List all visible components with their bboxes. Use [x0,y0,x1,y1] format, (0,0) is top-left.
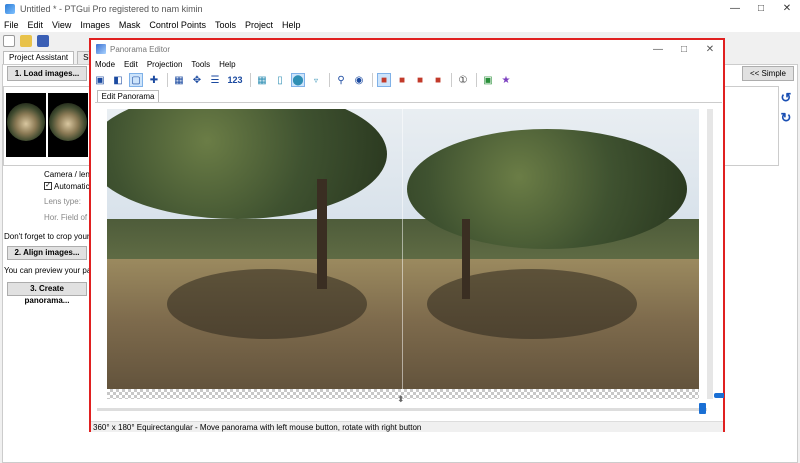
main-window-title: Untitled * - PTGui Pro registered to nam… [20,3,203,14]
center-point-icon[interactable]: ✥ [190,73,204,87]
editor-toolbar: ▣ ◧ ▢ ✚ ▦ ✥ ☰ 123 ▦ ▯ ⬤ ▿ ⚲ ◉ ■ ■ ■ ■ ① … [91,70,723,90]
main-title-bar: Untitled * - PTGui Pro registered to nam… [0,0,800,17]
simple-mode-button[interactable]: << Simple [742,66,794,81]
documentation-icon[interactable]: ★ [499,73,513,87]
camera-lens-label: Camera / lens [44,170,94,179]
menu-projection[interactable]: Projection [147,60,183,69]
menu-control-points[interactable]: Control Points [149,20,206,30]
editor-title-bar: Panorama Editor — □ ✕ [91,40,723,58]
main-menu-bar: File Edit View Images Mask Control Point… [0,17,800,32]
app-icon [5,3,15,14]
source-image-thumbnail[interactable] [6,93,46,157]
blend-red-icon[interactable]: ■ [395,73,409,87]
image-number-icon[interactable]: ① [456,73,470,87]
rotate-icons: ↺ ↻ [777,90,795,130]
exposure-red-icon[interactable]: ■ [431,73,445,87]
maximize-icon[interactable]: □ [671,40,697,58]
lens-type-label: Lens type: [44,197,81,206]
menu-tools[interactable]: Tools [191,60,210,69]
tab-project-assistant[interactable]: Project Assistant [3,51,75,64]
editor-menu-bar: Mode Edit Projection Tools Help [91,58,723,70]
layers-icon[interactable]: ◧ [111,73,125,87]
menu-project[interactable]: Project [245,20,273,30]
numeric-transform-icon[interactable]: 123 [226,73,244,87]
horizontal-slider[interactable] [97,408,707,411]
rotate-left-icon[interactable]: ↺ [777,90,795,106]
move-handle-icon[interactable]: ⬍ [397,394,405,405]
crosshair-icon[interactable]: ✚ [147,73,161,87]
rotate-right-icon[interactable]: ↻ [777,110,795,126]
more-projections-icon[interactable]: ▿ [309,73,323,87]
load-images-button[interactable]: 1. Load images... [7,66,87,81]
menu-mask[interactable]: Mask [119,20,141,30]
vertical-slider-thumb[interactable] [714,393,724,398]
window-layout-icon[interactable]: ▣ [481,73,495,87]
menu-mode[interactable]: Mode [95,60,115,69]
open-project-icon[interactable] [20,34,32,47]
menu-help[interactable]: Help [282,20,301,30]
align-images-button[interactable]: 2. Align images... [7,246,87,260]
zoom-icon[interactable]: ⚲ [334,73,348,87]
rectilinear-projection-icon[interactable]: ▦ [255,73,269,87]
menu-images[interactable]: Images [80,20,110,30]
save-project-icon[interactable] [37,34,49,47]
create-panorama-button[interactable]: 3. Create panorama... [7,282,87,305]
new-project-icon[interactable] [3,34,15,47]
vertical-scrollbar[interactable] [707,109,713,399]
preview-eye-icon[interactable]: ◉ [352,73,366,87]
menu-edit[interactable]: Edit [28,20,44,30]
automatic-label: Automatic [54,182,90,191]
hfov-label: Hor. Field of V [44,213,95,222]
equirectangular-projection-icon[interactable]: ⬤ [291,73,305,87]
source-image-thumbnail[interactable] [48,93,88,157]
cylindrical-projection-icon[interactable]: ▯ [273,73,287,87]
menu-tools[interactable]: Tools [215,20,236,30]
panorama-canvas[interactable]: ⬍ [95,102,724,419]
close-icon[interactable]: ✕ [697,40,723,58]
fit-panorama-icon[interactable]: ▦ [172,73,186,87]
image-mode-icon[interactable]: ▢ [129,73,143,87]
automatic-checkbox[interactable]: ✓ [44,182,52,190]
close-icon[interactable]: ✕ [774,0,800,17]
select-image-icon[interactable]: ▣ [93,73,107,87]
tab-edit-panorama[interactable]: Edit Panorama [97,90,159,102]
editor-status-bar: 360° x 180° Equirectangular - Move panor… [91,421,723,432]
menu-file[interactable]: File [4,20,19,30]
menu-edit[interactable]: Edit [124,60,138,69]
minimize-icon[interactable]: — [645,40,671,58]
mask-red-icon[interactable]: ■ [413,73,427,87]
level-horizon-icon[interactable]: ☰ [208,73,222,87]
minimize-icon[interactable]: — [722,0,748,17]
editor-app-icon [96,44,106,54]
show-images-red-icon[interactable]: ■ [377,73,391,87]
editor-window-title: Panorama Editor [110,44,171,54]
horizontal-slider-thumb[interactable] [699,403,706,414]
menu-view[interactable]: View [52,20,71,30]
panorama-image[interactable] [107,109,699,399]
panorama-editor-window: Panorama Editor — □ ✕ Mode Edit Projecti… [89,38,725,432]
maximize-icon[interactable]: □ [748,0,774,17]
menu-help[interactable]: Help [219,60,235,69]
